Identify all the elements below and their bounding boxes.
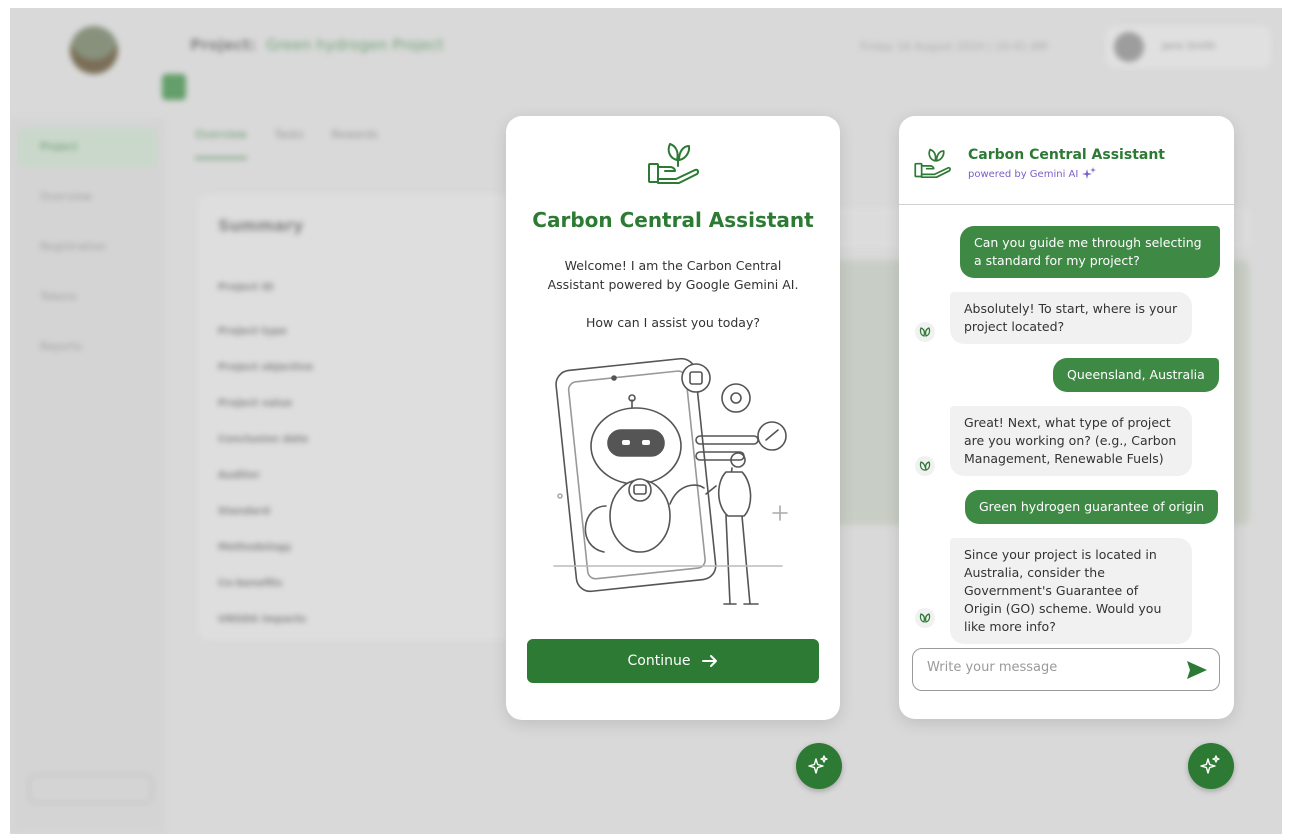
user-menu[interactable]: Jane Smith xyxy=(1106,26,1271,68)
chat-message-user: Can you guide me through selecting a sta… xyxy=(960,226,1220,278)
tab-rewards[interactable]: Rewards xyxy=(331,128,378,141)
summary-row: Project value xyxy=(218,398,293,409)
sidebar-item-registration[interactable]: Registration xyxy=(18,228,157,268)
tab-overview[interactable]: Overview xyxy=(195,128,247,159)
chat-message-assistant: Great! Next, what type of project are yo… xyxy=(950,406,1192,476)
summary-row: Project type xyxy=(218,326,287,337)
summary-row: Conclusion date xyxy=(218,434,309,445)
sidebar: Project Overview Registration Tokens Rep… xyxy=(10,118,165,834)
powered-by-text: powered by Gemini AI xyxy=(968,168,1079,180)
leaf-icon xyxy=(919,613,931,623)
robot-illustration xyxy=(553,357,788,605)
user-name: Jane Smith xyxy=(1162,41,1216,52)
welcome-question: How can I assist you today? xyxy=(586,315,760,330)
chat-subtitle: powered by Gemini AI xyxy=(968,167,1097,181)
chat-title: Carbon Central Assistant xyxy=(968,147,1165,163)
assistant-avatar xyxy=(915,456,935,476)
summary-row: Auditor xyxy=(218,470,261,481)
project-label: Project: xyxy=(190,36,257,54)
assistant-avatar xyxy=(915,322,935,342)
date-display: Friday 16 August 2024 | 10:41 AM xyxy=(860,40,1048,53)
top-bar: Project: Green hydrogen Project Friday 16… xyxy=(10,8,1282,118)
message-composer xyxy=(912,648,1220,691)
company-logo xyxy=(70,26,118,74)
app-stage: Project: Green hydrogen Project Friday 16… xyxy=(10,8,1282,834)
continue-label: Continue xyxy=(627,653,691,669)
summary-card: Summary Project ID Project type Project … xyxy=(198,194,518,640)
summary-row: Project objective xyxy=(218,362,314,373)
leaf-icon xyxy=(919,461,931,471)
plant-hand-icon xyxy=(648,143,700,184)
sidebar-item-overview[interactable]: Overview xyxy=(18,178,157,218)
send-icon[interactable] xyxy=(1185,659,1209,681)
sidebar-item-tokens[interactable]: Tokens xyxy=(18,278,157,318)
avatar xyxy=(1114,32,1144,62)
sidebar-item-reports[interactable]: Reports xyxy=(18,328,157,368)
leaf-icon xyxy=(919,327,931,337)
tab-bar: Overview Tasks Rewards xyxy=(195,128,402,159)
chat-message-assistant: Since your project is located in Austral… xyxy=(950,538,1192,644)
ai-assistant-fab[interactable] xyxy=(796,743,842,789)
summary-title: Summary xyxy=(218,216,304,235)
chat-message-assistant: Absolutely! To start, where is your proj… xyxy=(950,292,1192,344)
summary-row: Co-benefits xyxy=(218,578,283,589)
ai-assistant-fab[interactable] xyxy=(1188,743,1234,789)
sidebar-item-project[interactable]: Project xyxy=(18,128,157,168)
ai-sparkle-icon xyxy=(808,755,828,774)
plant-hand-icon xyxy=(914,148,951,179)
continue-button[interactable]: Continue xyxy=(527,639,819,683)
summary-row: Project ID xyxy=(218,282,274,293)
project-selector[interactable]: Project: Green hydrogen Project xyxy=(190,36,444,54)
assistant-welcome-card: Carbon Central Assistant Welcome! I am t… xyxy=(506,116,840,720)
message-input[interactable] xyxy=(927,660,1177,675)
summary-row: Methodology xyxy=(218,542,292,553)
assistant-avatar xyxy=(915,608,935,628)
tab-tasks[interactable]: Tasks xyxy=(274,128,303,141)
sparkle-icon xyxy=(1082,167,1097,179)
summary-row: Standard xyxy=(218,506,270,517)
new-project-button[interactable] xyxy=(28,774,153,804)
welcome-title: Carbon Central Assistant xyxy=(532,208,814,232)
sidebar-toggle-button[interactable] xyxy=(162,74,186,100)
chat-message-user: Queensland, Australia xyxy=(1053,358,1219,392)
chat-header: Carbon Central Assistant powered by Gemi… xyxy=(899,116,1234,205)
ai-sparkle-icon xyxy=(1200,755,1220,774)
project-name: Green hydrogen Project xyxy=(266,36,444,54)
chat-message-user: Green hydrogen guarantee of origin xyxy=(965,490,1219,524)
welcome-intro-text: Welcome! I am the Carbon Central Assista… xyxy=(547,258,799,292)
assistant-chat-panel: Carbon Central Assistant powered by Gemi… xyxy=(899,116,1234,719)
arrow-right-icon xyxy=(702,655,718,667)
summary-row: UNSDG impacts xyxy=(218,614,307,625)
